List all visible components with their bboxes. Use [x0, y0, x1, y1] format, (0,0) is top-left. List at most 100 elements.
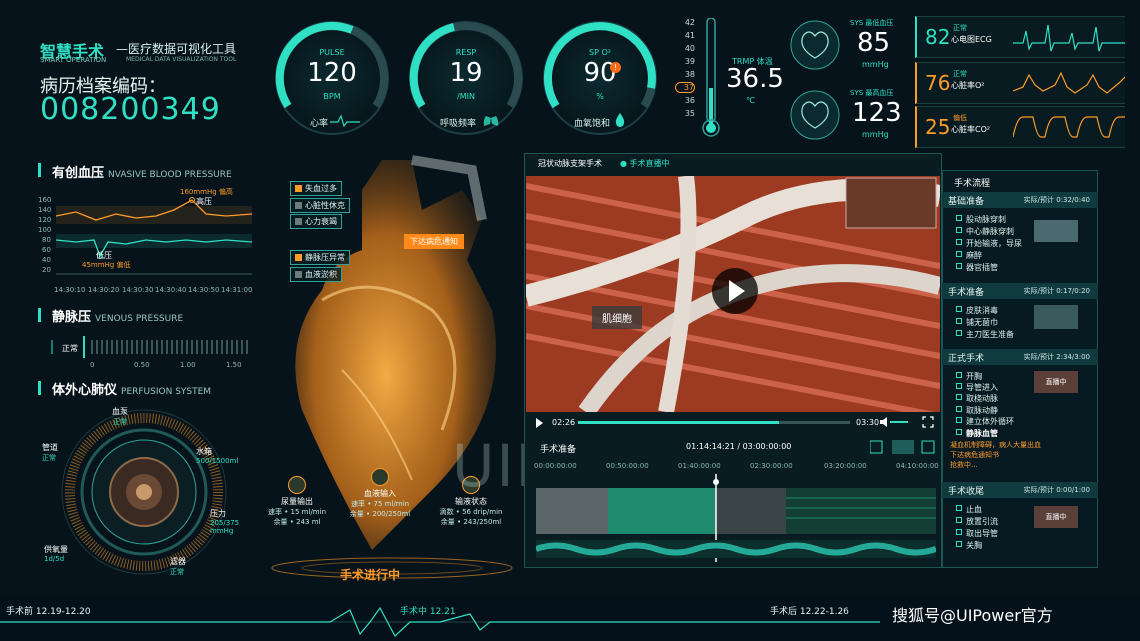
- venous-tick: 0.50: [134, 361, 150, 369]
- gauge-resp-unit: /MIN: [457, 92, 475, 101]
- stage-item: 皮肤消毒: [956, 305, 998, 316]
- stage-thumbnail[interactable]: [1034, 220, 1078, 242]
- thermo-tick: 41: [684, 31, 695, 40]
- stage-item: 开胸: [956, 371, 982, 382]
- stage-item: 开始输液，导尿: [956, 238, 1022, 249]
- stage-time: 实际/预计 2:34/3:00: [1023, 353, 1090, 361]
- warning-line: 下达病危通知书: [950, 451, 999, 459]
- stage-closing[interactable]: 手术收尾 实际/预计 0:00/1:00 止血 放置引流 取出导管 关胸 直播中: [942, 482, 1098, 568]
- perf-item-status: 正常: [170, 568, 184, 576]
- stage-item: 建立体外循环: [956, 416, 1014, 427]
- video-frame[interactable]: 肌细胞: [526, 176, 940, 412]
- bp-y-tick: 140: [38, 206, 52, 214]
- gauge-pulse-unit: BPM: [323, 92, 341, 101]
- bp-x-tick: 14:30:50: [188, 286, 220, 294]
- perf-item-filter: 滤器 正常: [170, 556, 186, 577]
- thermo-tick: 39: [684, 57, 695, 66]
- stage-name: 手术收尾: [948, 487, 985, 497]
- timeline-tracks[interactable]: [536, 474, 936, 564]
- infusion-line: 余量 • 243/250ml: [440, 518, 502, 526]
- sys-low-value: 85: [857, 28, 891, 58]
- video-progress-track[interactable]: [578, 421, 850, 424]
- bp-title: 有创血压: [52, 166, 105, 181]
- infusion-urine: 尿量输出 速率 • 15 ml/min 余量 • 243 ml: [262, 476, 332, 527]
- perf-item-status: 205/375: [210, 519, 240, 527]
- perf-item-unit: mmHg: [210, 527, 234, 535]
- section-marker: [38, 381, 41, 395]
- fullscreen-icon[interactable]: [922, 416, 934, 428]
- warning-line: 凝血机制障碍，病人大量出血: [950, 441, 1041, 449]
- wave-value: 76: [925, 71, 951, 95]
- thermo-tick: 38: [684, 70, 695, 79]
- warn-square-icon: [295, 254, 302, 261]
- stage-item: 导管进入: [956, 382, 998, 393]
- bp-section-title: 有创血压 NVASIVE BLOOD PRESSURE: [52, 162, 232, 181]
- bp-x-tick: 14:30:30: [122, 286, 154, 294]
- heart-tag: 血液淤积: [290, 267, 342, 282]
- infusion-line: 余量 • 200/250ml: [349, 510, 411, 518]
- venous-tick: 1.50: [226, 361, 242, 369]
- temp-unit: ℃: [746, 96, 755, 105]
- stage-item: 放置引流: [956, 516, 998, 527]
- volume-icon[interactable]: [880, 416, 910, 428]
- timeline-tick: 00:00:00:00: [534, 462, 577, 470]
- footer-before[interactable]: 手术前 12.19-12.20: [6, 604, 91, 617]
- venous-title-en: VENOUS PRESSURE: [95, 314, 184, 324]
- perf-item-status: 正常: [42, 454, 56, 462]
- heart-tag-text: 血液淤积: [305, 270, 337, 279]
- save-icon: [921, 440, 935, 454]
- venous-tick: 1.00: [180, 361, 196, 369]
- heart-tag: 静脉压异常: [290, 250, 350, 265]
- wave-status: 正常: [953, 70, 967, 78]
- bp-x-tick: 14:30:10: [54, 286, 86, 294]
- stage-time: 实际/预计 0:17/0:20: [1023, 287, 1090, 295]
- warning-line: 抢救中...: [950, 461, 978, 469]
- perf-item-pump: 血泵 正常: [112, 406, 128, 427]
- wave-o2: 正常 76 心脏率O²: [915, 62, 1125, 104]
- timeline-tick: 03:20:00:00: [824, 462, 867, 470]
- stage-name: 手术准备: [948, 288, 985, 298]
- perfusion-section-title: 体外心肺仪 PERFUSION SYSTEM: [52, 379, 211, 398]
- ecg-wave: [1013, 24, 1125, 52]
- stage-thumbnail-live[interactable]: 直播中: [1034, 506, 1078, 528]
- stage-thumbnail[interactable]: [1034, 305, 1078, 329]
- timeline-current: 01:14:14:21 / 03:00:00:00: [686, 442, 792, 451]
- time-current: 02:26: [552, 418, 576, 427]
- perfusion-title: 体外心肺仪: [52, 383, 118, 398]
- heartbeat-icon: [330, 114, 360, 128]
- stage-main[interactable]: 正式手术 实际/预计 2:34/3:00 开胸 导管进入 取桡动脉 取脉动静 建立…: [942, 349, 1098, 479]
- stage-item: 取桡动脉: [956, 393, 998, 404]
- heart-tag: 心脏性休克: [290, 198, 350, 213]
- stage-prep[interactable]: 手术准备 实际/预计 0:17/0:20 皮肤消毒 铺无菌巾 主刀医生准备: [942, 283, 1098, 351]
- stage-header: 基础准备 实际/预计 0:32/0:40: [942, 192, 1098, 208]
- play-button[interactable]: [712, 268, 758, 314]
- thermo-tick: 36: [684, 96, 695, 105]
- sys-high-unit: mmHg: [862, 130, 889, 139]
- footer-after[interactable]: 手术后 12.22-1.26: [770, 604, 849, 617]
- process-title: 手术流程: [954, 179, 991, 189]
- thermo-tick: 42: [684, 18, 695, 27]
- stage-time: 实际/预计 0:32/0:40: [1023, 196, 1090, 204]
- cut-icon: [870, 440, 883, 454]
- footer-during[interactable]: 手术中 12.21: [400, 604, 456, 617]
- bp-title-en: NVASIVE BLOOD PRESSURE: [108, 170, 232, 180]
- bp-y-tick: 160: [38, 196, 52, 204]
- perfusion-title-en: PERFUSION SYSTEM: [121, 387, 212, 397]
- perf-item-name: 水箱: [196, 447, 212, 456]
- heart-icon-bottom: [790, 90, 840, 140]
- venous-title: 静脉压: [52, 310, 92, 325]
- wave-name: 心脏率O²: [951, 81, 985, 90]
- muscle-label: 肌细胞: [592, 306, 642, 329]
- gauge-spo2-unit: %: [596, 92, 604, 101]
- timeline-tick: 00:50:00:00: [606, 462, 649, 470]
- heart-tag-text: 心力衰竭: [305, 217, 337, 226]
- stage-name: 正式手术: [948, 354, 985, 364]
- sys-high-label: SYS 最高血压: [850, 89, 894, 97]
- small-play-button[interactable]: [536, 418, 543, 428]
- gauge-resp-name: 呼吸频率: [440, 119, 477, 129]
- bp-low-note: 45mmHg 偏低: [82, 261, 131, 269]
- gauge-spo2-name: 血氧饱和: [574, 119, 611, 129]
- stage-thumbnail-live[interactable]: 直播中: [1034, 371, 1078, 393]
- temp-value: 36.5: [726, 64, 784, 94]
- venous-gauge: [51, 336, 248, 358]
